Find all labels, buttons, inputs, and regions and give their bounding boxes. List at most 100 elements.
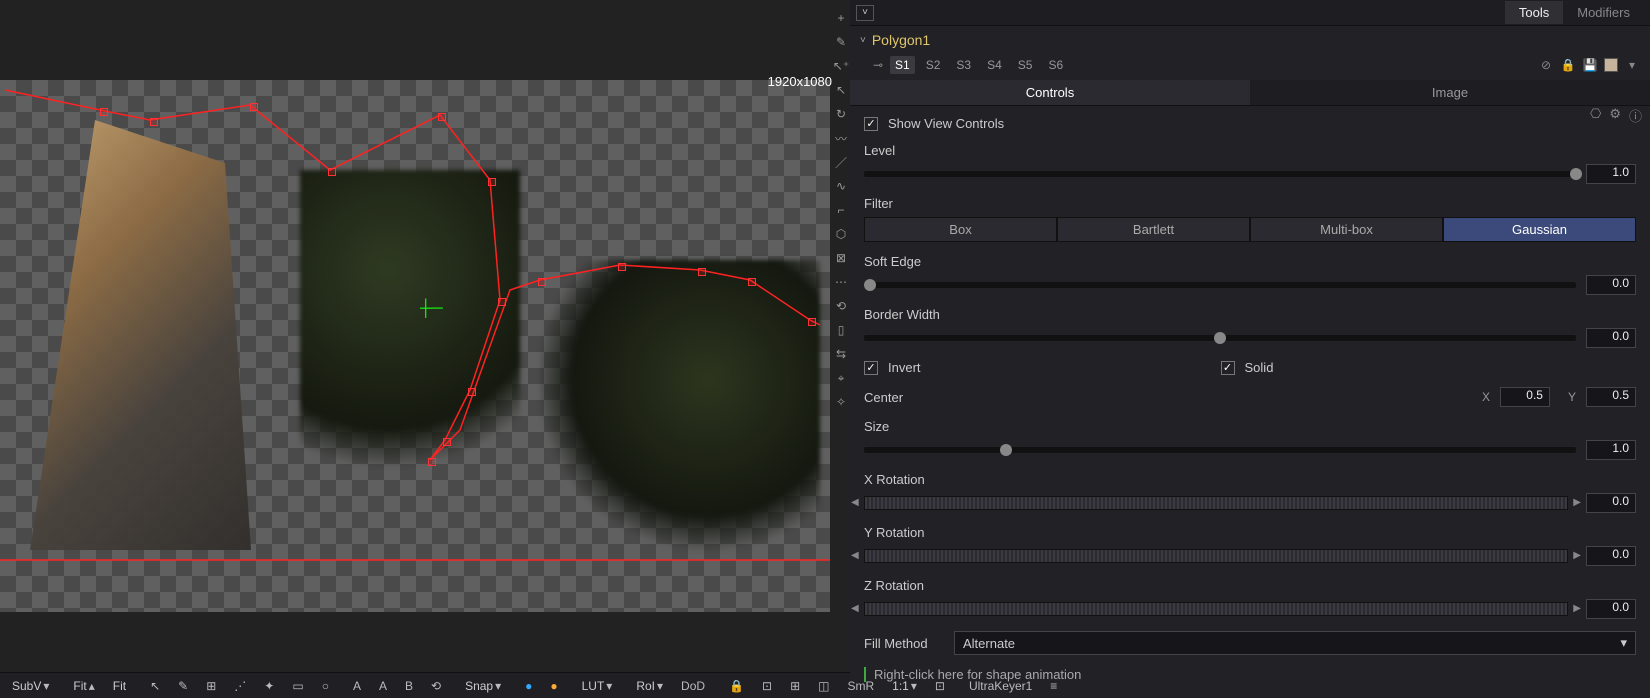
- options-icon[interactable]: ≡: [1044, 677, 1063, 695]
- invert-checkbox[interactable]: [864, 361, 878, 375]
- filter-bartlett[interactable]: Bartlett: [1057, 217, 1250, 242]
- subtab-image[interactable]: Image: [1250, 80, 1650, 105]
- z-rotation-wheel[interactable]: [864, 602, 1568, 616]
- tab-tools[interactable]: Tools: [1505, 1, 1563, 24]
- x-rotation-wheel[interactable]: [864, 496, 1568, 510]
- tool-icon[interactable]: ⊞: [200, 677, 222, 695]
- polygon-handle[interactable]: [100, 108, 108, 116]
- center-marker-icon[interactable]: ┼─: [420, 300, 443, 318]
- center-y-value[interactable]: 0.5: [1586, 387, 1636, 407]
- polygon-handle[interactable]: [618, 263, 626, 271]
- version-tab[interactable]: S4: [982, 56, 1007, 74]
- polygon-handle[interactable]: [748, 278, 756, 286]
- wave-icon[interactable]: ∿: [832, 178, 850, 194]
- filter-gaussian[interactable]: Gaussian: [1443, 217, 1636, 242]
- y-rotation-wheel[interactable]: [864, 549, 1568, 563]
- tool-icon[interactable]: ✦: [258, 677, 280, 695]
- y-rotation-value[interactable]: 0.0: [1586, 546, 1636, 566]
- polygon-handle[interactable]: [250, 103, 258, 111]
- polygon-handle[interactable]: [428, 458, 436, 466]
- polygon-handle[interactable]: [328, 168, 336, 176]
- size-slider[interactable]: [864, 447, 1576, 453]
- chevron-down-icon[interactable]: ▾: [1624, 58, 1640, 72]
- filter-box[interactable]: Box: [864, 217, 1057, 242]
- version-tab[interactable]: S1: [890, 56, 915, 74]
- delete-icon[interactable]: ⊠: [832, 250, 850, 266]
- subv-button[interactable]: SubV ▾: [6, 677, 55, 695]
- b-button[interactable]: B: [399, 677, 419, 695]
- size-value[interactable]: 1.0: [1586, 440, 1636, 460]
- tab-modifiers[interactable]: Modifiers: [1563, 1, 1644, 24]
- version-tab[interactable]: S5: [1013, 56, 1038, 74]
- ab-button[interactable]: A: [373, 677, 393, 695]
- snap-button[interactable]: Snap ▾: [459, 677, 507, 695]
- tool-icon[interactable]: ◫: [812, 677, 835, 695]
- x-rotation-value[interactable]: 0.0: [1586, 493, 1636, 513]
- subtab-controls[interactable]: Controls: [850, 80, 1250, 105]
- tool-icon[interactable]: ▭: [286, 677, 309, 695]
- smr-button[interactable]: SmR: [841, 677, 880, 695]
- roi-button[interactable]: RoI ▾: [630, 677, 669, 695]
- sync-icon[interactable]: ⇆: [832, 346, 850, 362]
- add-icon[interactable]: +: [832, 10, 850, 26]
- polygon-handle[interactable]: [468, 388, 476, 396]
- polygon-handle[interactable]: [498, 298, 506, 306]
- tool-icon[interactable]: ⊡: [929, 677, 951, 695]
- arrow-icon[interactable]: ↖: [832, 82, 850, 98]
- tool-icon[interactable]: ⟲: [425, 677, 447, 695]
- polygon-handle[interactable]: [150, 118, 158, 126]
- center-x-value[interactable]: 0.5: [1500, 387, 1550, 407]
- link-icon[interactable]: ⋯: [832, 274, 850, 290]
- magnet-icon[interactable]: ⌖: [832, 370, 850, 386]
- tool-icon[interactable]: ↖: [144, 677, 166, 695]
- fit-button[interactable]: Fit ▴: [67, 677, 100, 695]
- level-slider[interactable]: [864, 171, 1576, 177]
- fit-button-2[interactable]: Fit: [107, 677, 132, 695]
- node-name[interactable]: Polygon1: [872, 32, 930, 48]
- level-value[interactable]: 1.0: [1586, 164, 1636, 184]
- version-tab[interactable]: S3: [951, 56, 976, 74]
- soft-edge-value[interactable]: 0.0: [1586, 275, 1636, 295]
- rotate-icon[interactable]: ↻: [832, 106, 850, 122]
- cursor-icon[interactable]: ↖⁺: [832, 58, 850, 74]
- z-rotation-value[interactable]: 0.0: [1586, 599, 1636, 619]
- lock-icon[interactable]: 🔒: [1560, 58, 1576, 72]
- tool-icon[interactable]: ⊡: [756, 677, 778, 695]
- polygon-handle[interactable]: [698, 268, 706, 276]
- collapse-icon[interactable]: ˅: [860, 35, 866, 46]
- view-selector-dropdown[interactable]: ˅: [856, 5, 874, 21]
- close-poly-icon[interactable]: ⬡: [832, 226, 850, 242]
- tool-icon[interactable]: ⋰: [228, 677, 252, 695]
- polygon-handle[interactable]: [438, 113, 446, 121]
- disable-icon[interactable]: ⊘: [1538, 58, 1554, 72]
- lock-icon[interactable]: 🔒: [723, 677, 750, 695]
- lut-button[interactable]: LUT ▾: [576, 677, 619, 695]
- tool-icon[interactable]: ✎: [172, 677, 194, 695]
- filter-multibox[interactable]: Multi-box: [1250, 217, 1443, 242]
- track-icon[interactable]: ⟲: [832, 298, 850, 314]
- ratio-button[interactable]: 1:1 ▾: [886, 677, 923, 695]
- viewer-canvas[interactable]: ┼─ 1920x1080 + ✎ ↖⁺ ↖ ↻ 〰 ／ ∿ ⌐: [0, 0, 850, 672]
- script-icon[interactable]: ⎔: [1590, 106, 1601, 125]
- color-dot-icon[interactable]: ●: [519, 677, 538, 695]
- border-width-slider[interactable]: [864, 335, 1576, 341]
- solid-checkbox[interactable]: [1221, 361, 1235, 375]
- border-width-value[interactable]: 0.0: [1586, 328, 1636, 348]
- polygon-handle[interactable]: [808, 318, 816, 326]
- corner-icon[interactable]: ⌐: [832, 202, 850, 218]
- dod-button[interactable]: DoD: [675, 677, 711, 695]
- line-icon[interactable]: ／: [832, 154, 850, 170]
- tool-icon[interactable]: ⊞: [784, 677, 806, 695]
- info-icon[interactable]: ⓘ: [1629, 106, 1642, 125]
- curve-icon[interactable]: 〰: [832, 130, 850, 146]
- color-swatch[interactable]: [1604, 58, 1618, 72]
- tool-icon[interactable]: ○: [316, 677, 335, 695]
- gear-icon[interactable]: ⚙: [1609, 106, 1621, 125]
- save-icon[interactable]: 💾: [1582, 58, 1598, 72]
- show-view-controls-checkbox[interactable]: [864, 117, 878, 131]
- expand-icon[interactable]: ✧: [832, 394, 850, 410]
- polygon-handle[interactable]: [538, 278, 546, 286]
- doc-icon[interactable]: ▯: [832, 322, 850, 338]
- soft-edge-slider[interactable]: [864, 282, 1576, 288]
- fill-method-select[interactable]: Alternate▾: [954, 631, 1636, 655]
